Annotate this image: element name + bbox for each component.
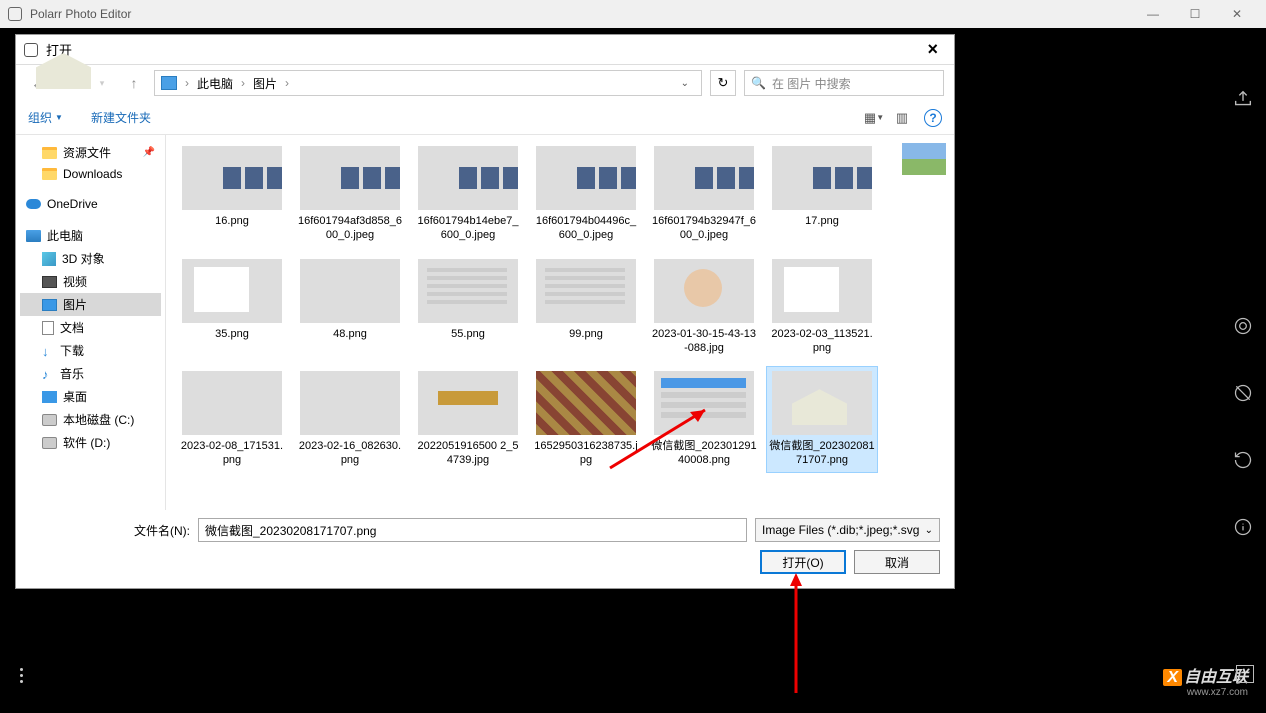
dialog-close-button[interactable]: ×: [919, 39, 946, 60]
dialog-toolbar: 组织▼ 新建文件夹 ▦▼ ▥ ?: [16, 101, 954, 135]
info-icon[interactable]: [1232, 516, 1254, 538]
close-button[interactable]: ✕: [1216, 7, 1258, 21]
file-item[interactable]: 16.png: [176, 141, 288, 248]
app-window: Polarr Photo Editor — ☐ ✕ X自由互联 www.xz7.…: [0, 0, 1266, 713]
tree-onedrive[interactable]: OneDrive: [20, 194, 161, 214]
file-item[interactable]: 48.png: [294, 254, 406, 361]
new-folder-button[interactable]: 新建文件夹: [91, 109, 151, 126]
filename-input[interactable]: [198, 518, 747, 542]
breadcrumb-thispc[interactable]: 此电脑: [197, 75, 233, 92]
file-item[interactable]: 微信截图_20230129140008.png: [648, 366, 760, 473]
tree-3dobjects[interactable]: 3D 对象: [20, 247, 161, 270]
download-icon: ↓: [42, 344, 54, 358]
tree-resources[interactable]: 资源文件📌: [20, 141, 161, 164]
tree-downloads[interactable]: ↓下载: [20, 339, 161, 362]
tree-pictures[interactable]: 图片: [20, 293, 161, 316]
help-icon[interactable]: ?: [924, 109, 942, 127]
file-grid[interactable]: 16.png 16f601794af3d858_600_0.jpeg 16f60…: [166, 135, 894, 510]
preview-pane-icon[interactable]: ▥: [890, 107, 914, 129]
dialog-titlebar: 打开 ×: [16, 35, 954, 65]
file-item[interactable]: 2022051916500 2_54739.jpg: [412, 366, 524, 473]
music-icon: ♪: [42, 367, 54, 381]
dialog-title: 打开: [46, 40, 919, 59]
search-icon: 🔍: [751, 76, 766, 90]
view-mode-icon[interactable]: ▦▼: [862, 107, 886, 129]
dialog-nav: ← → ▾ ↑ › 此电脑 › 图片 › ⌄ ↻ 🔍 在 图片 中搜索: [16, 65, 954, 101]
file-item[interactable]: 16f601794af3d858_600_0.jpeg: [294, 141, 406, 248]
expand-icon[interactable]: [1236, 665, 1254, 683]
file-item-selected[interactable]: 微信截图_20230208171707.png: [766, 366, 878, 473]
maximize-button[interactable]: ☐: [1174, 7, 1216, 21]
tree-diskc[interactable]: 本地磁盘 (C:): [20, 408, 161, 431]
chevron-right-icon: ›: [237, 76, 249, 90]
breadcrumb-pictures[interactable]: 图片: [253, 75, 277, 92]
tree-videos[interactable]: 视频: [20, 270, 161, 293]
tree-desktop[interactable]: 桌面: [20, 385, 161, 408]
right-toolbar: [1232, 88, 1254, 538]
chevron-right-icon: ›: [181, 76, 193, 90]
recent-dropdown-icon[interactable]: ▾: [90, 71, 114, 95]
file-item[interactable]: 16f601794b14ebe7_600_0.jpeg: [412, 141, 524, 248]
dialog-body: 资源文件📌 Downloads OneDrive 此电脑 3D 对象 视频 图片…: [16, 135, 954, 510]
file-item[interactable]: 2023-02-03_113521.png: [766, 254, 878, 361]
menu-dots-icon[interactable]: [20, 668, 23, 683]
file-item[interactable]: 1652950316238735.jpg: [530, 366, 642, 473]
pc-icon: [161, 76, 177, 90]
brush-icon[interactable]: [1232, 382, 1254, 404]
minimize-button[interactable]: —: [1132, 7, 1174, 21]
app-titlebar: Polarr Photo Editor — ☐ ✕: [0, 0, 1266, 28]
search-placeholder: 在 图片 中搜索: [772, 75, 851, 92]
chevron-down-icon: ⌄: [925, 525, 933, 536]
up-button[interactable]: ↑: [122, 71, 146, 95]
organize-dropdown[interactable]: 组织▼: [28, 109, 63, 126]
app-body: X自由互联 www.xz7.com 打开 × ← → ▾ ↑ › 此电脑 ›: [0, 28, 1266, 713]
preview-thumbnail: [902, 143, 946, 175]
search-input[interactable]: 🔍 在 图片 中搜索: [744, 70, 944, 96]
watermark-url: www.xz7.com: [1163, 687, 1248, 698]
dialog-footer: 文件名(N): Image Files (*.dib;*.jpeg;*.svg⌄…: [16, 510, 954, 588]
cloud-icon: [26, 199, 41, 209]
file-item[interactable]: 16f601794b04496c_600_0.jpeg: [530, 141, 642, 248]
file-item[interactable]: 2023-02-08_171531.png: [176, 366, 288, 473]
refresh-button[interactable]: ↻: [710, 70, 736, 96]
tree-diskd[interactable]: 软件 (D:): [20, 431, 161, 454]
app-title: Polarr Photo Editor: [30, 7, 1132, 21]
pin-icon: 📌: [143, 147, 155, 158]
open-button[interactable]: 打开(O): [760, 550, 846, 574]
folder-tree[interactable]: 资源文件📌 Downloads OneDrive 此电脑 3D 对象 视频 图片…: [16, 135, 166, 510]
pc-icon: [26, 230, 41, 242]
file-item[interactable]: 99.png: [530, 254, 642, 361]
breadcrumb[interactable]: › 此电脑 › 图片 › ⌄: [154, 70, 702, 96]
cancel-button[interactable]: 取消: [854, 550, 940, 574]
dialog-icon: [24, 43, 38, 57]
file-item[interactable]: 16f601794b32947f_600_0.jpeg: [648, 141, 760, 248]
filetype-select[interactable]: Image Files (*.dib;*.jpeg;*.svg⌄: [755, 518, 940, 542]
filename-label: 文件名(N):: [30, 522, 190, 539]
file-item[interactable]: 2023-02-16_082630.png: [294, 366, 406, 473]
tree-documents[interactable]: 文档: [20, 316, 161, 339]
breadcrumb-dropdown-icon[interactable]: ⌄: [675, 78, 695, 89]
chevron-right-icon: ›: [281, 76, 293, 90]
share-icon[interactable]: [1232, 88, 1254, 110]
app-icon: [8, 7, 22, 21]
preview-pane: [894, 135, 954, 510]
tree-downloads-en[interactable]: Downloads: [20, 164, 161, 184]
file-item[interactable]: 35.png: [176, 254, 288, 361]
file-item[interactable]: 55.png: [412, 254, 524, 361]
tree-thispc[interactable]: 此电脑: [20, 224, 161, 247]
file-open-dialog: 打开 × ← → ▾ ↑ › 此电脑 › 图片 › ⌄ ↻: [15, 34, 955, 589]
file-item[interactable]: 2023-01-30-15-43-13-088.jpg: [648, 254, 760, 361]
history-icon[interactable]: [1232, 449, 1254, 471]
target-icon[interactable]: [1232, 315, 1254, 337]
tree-music[interactable]: ♪音乐: [20, 362, 161, 385]
file-item[interactable]: 17.png: [766, 141, 878, 248]
